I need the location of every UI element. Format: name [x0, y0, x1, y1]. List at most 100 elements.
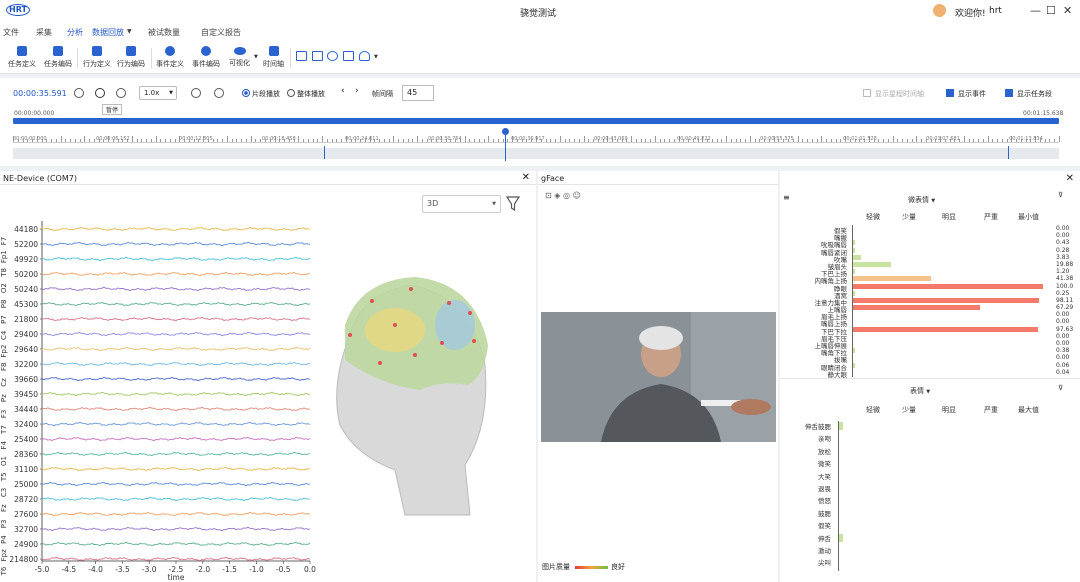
menu-subjects[interactable]: 被试数量: [148, 27, 180, 38]
task-icon: [17, 46, 27, 56]
event-encode-button[interactable]: 事件编码: [192, 46, 220, 69]
eeg-trace: [41, 556, 311, 562]
electrode-dot: [393, 323, 397, 327]
menu-icon[interactable]: ≡: [783, 193, 790, 202]
filter-icon[interactable]: ⊽: [1058, 191, 1063, 199]
micro-bar: [853, 269, 856, 275]
pause-icon[interactable]: [95, 88, 105, 98]
timeline-button[interactable]: 时间轴: [263, 46, 284, 69]
electrode-dot: [413, 353, 417, 357]
line-chart-icon[interactable]: [296, 51, 307, 61]
radar-icon[interactable]: [359, 51, 370, 61]
show-events-checkbox[interactable]: [946, 89, 954, 97]
micro-header: 少量: [902, 213, 916, 221]
eeg-trace: [41, 256, 311, 262]
redo-icon[interactable]: [214, 88, 224, 98]
forward-icon[interactable]: [116, 88, 126, 98]
tick-label: 00:01:01.528: [843, 136, 877, 142]
y-tick-label: 25000: [14, 480, 38, 489]
x-tick-label: -5.0: [35, 565, 50, 574]
speed-select[interactable]: 1.0x ▼: [139, 86, 177, 100]
y-tick-label: 24900: [14, 540, 38, 549]
visualize-button[interactable]: 可视化: [229, 46, 250, 68]
next-icon[interactable]: ›: [355, 86, 359, 96]
electrode-dot: [440, 341, 444, 345]
eeg-plot: 44180 52200 49920 50200 50240 45300 21800 29400…: [0, 221, 488, 582]
menu-capture[interactable]: 采集: [36, 27, 52, 38]
y-tick-label: 50200: [14, 270, 38, 279]
divider: [290, 48, 291, 68]
eeg-trace: [41, 511, 311, 517]
frame-interval-input[interactable]: 45: [402, 85, 434, 101]
close-icon[interactable]: ✕: [522, 172, 530, 183]
user-name[interactable]: hrt: [989, 6, 1002, 16]
channel-label: P7: [0, 315, 8, 324]
x-tick-label: -1.0: [249, 565, 264, 574]
y-tick-label: 21800: [14, 315, 38, 324]
chevron-down-icon: ▼: [492, 201, 496, 207]
micro-header: 轻微: [866, 213, 880, 221]
event-marker[interactable]: [1008, 146, 1009, 159]
expression-dropdown[interactable]: 表情 ▼: [910, 386, 930, 396]
scatter-icon[interactable]: [343, 51, 354, 61]
behavior-encode-button[interactable]: 行为编码: [117, 46, 145, 69]
replay-icon[interactable]: [191, 88, 201, 98]
pie-chart-icon[interactable]: [327, 51, 338, 61]
channel-label: P8: [0, 300, 8, 309]
event-track[interactable]: [13, 146, 1059, 159]
timeline-progress[interactable]: [13, 118, 1059, 124]
eeg-panel-header: NE-Device (COM7) ✕: [0, 171, 536, 185]
star-timeline-label: 显示星程时间轴: [875, 90, 924, 98]
chevron-down-icon[interactable]: ▼: [254, 54, 258, 60]
avatar[interactable]: [933, 4, 946, 17]
micro-header: 严重: [984, 213, 998, 221]
menu-analysis[interactable]: 分析: [67, 27, 83, 38]
rewind-icon[interactable]: [74, 88, 84, 98]
micro-bar: [853, 254, 861, 260]
head-3d-model[interactable]: [336, 277, 488, 516]
menu-report[interactable]: 自定义报告: [201, 27, 241, 38]
behavior-define-button[interactable]: 行为定义: [83, 46, 111, 69]
chevron-down-icon[interactable]: ▼: [374, 54, 378, 60]
filter-icon[interactable]: [506, 196, 520, 212]
expression-header: 严重: [984, 406, 998, 414]
task-encode-button[interactable]: 任务编码: [44, 46, 72, 69]
eeg-trace: [41, 226, 311, 232]
micro-row-value: 97.63: [1056, 325, 1074, 333]
channel-label: T7: [0, 425, 8, 435]
micro-row-value: 0.00: [1056, 332, 1070, 340]
chevron-down-icon: ▼: [169, 90, 173, 96]
x-axis-label: time: [168, 573, 185, 582]
menu-file[interactable]: 文件: [3, 27, 19, 38]
full-play-radio[interactable]: [287, 89, 295, 97]
star-timeline-checkbox[interactable]: [863, 89, 871, 97]
y-tick-label: 45300: [14, 300, 38, 309]
menu-playback[interactable]: 数据回放: [92, 27, 124, 38]
close-icon[interactable]: ✕: [1066, 173, 1074, 184]
prev-icon[interactable]: ‹: [341, 86, 345, 96]
event-marker[interactable]: [324, 146, 325, 159]
expression-bar: [839, 422, 843, 430]
minimize-icon[interactable]: —: [1030, 4, 1041, 17]
maximize-icon[interactable]: ☐: [1046, 4, 1056, 17]
encode-icon: [126, 46, 136, 56]
segment-play-radio[interactable]: [242, 89, 250, 97]
face-tools-icon[interactable]: ⊡ ◈ ◎ ☺: [545, 191, 581, 200]
view-select[interactable]: 3D ▼: [422, 195, 501, 213]
micro-bar: [853, 348, 855, 354]
y-tick-label: 29640: [14, 345, 38, 354]
bar-chart-icon[interactable]: [312, 51, 323, 61]
show-tasks-checkbox[interactable]: [1005, 89, 1013, 97]
filter-icon[interactable]: ⊽: [1058, 384, 1063, 392]
playhead-handle[interactable]: [502, 128, 509, 135]
channel-label: P3: [0, 520, 8, 529]
tick-label: 00:00:06.152: [96, 136, 130, 142]
close-icon[interactable]: ✕: [1063, 4, 1072, 17]
chevron-down-icon[interactable]: ▼: [127, 28, 132, 35]
micro-dropdown[interactable]: 微表情 ▼: [908, 195, 935, 205]
task-define-button[interactable]: 任务定义: [8, 46, 36, 69]
tick-label: 00:00:49.222: [677, 136, 711, 142]
eeg-trace: [41, 361, 310, 367]
event-define-button[interactable]: 事件定义: [156, 46, 184, 69]
expression-row-label: 放松: [818, 447, 831, 456]
